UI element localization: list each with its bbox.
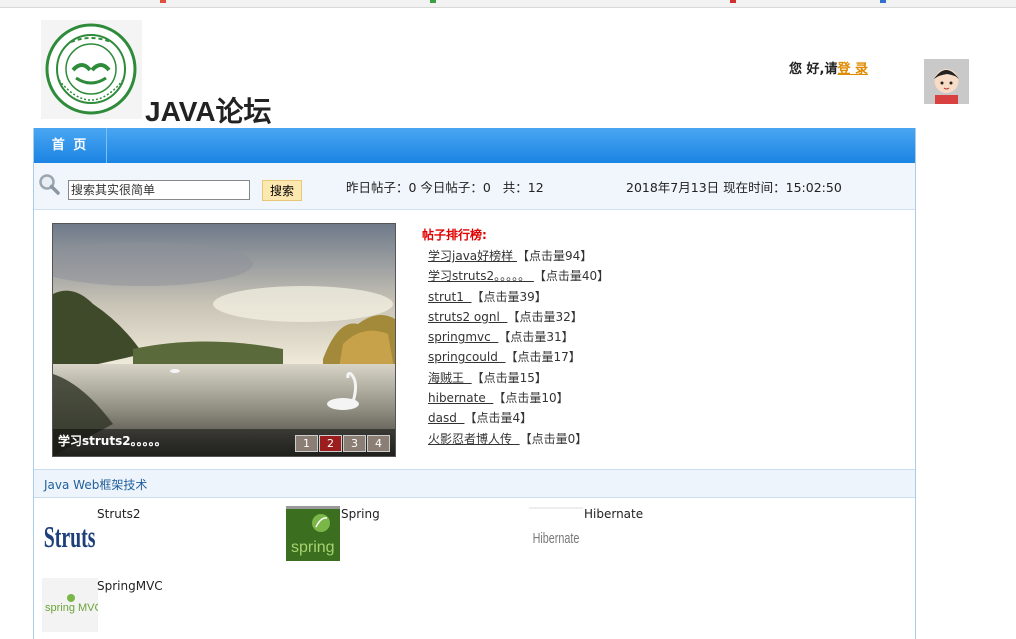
toolbar-icon-fragment: [880, 0, 886, 3]
section-title: Java Web框架技术: [44, 478, 148, 492]
springmvc-logo-text: spring MVC: [45, 602, 98, 614]
toolbar-icon-fragment: [430, 0, 436, 3]
ranking-link[interactable]: 海贼王: [428, 371, 472, 385]
nav-home[interactable]: 首 页: [34, 128, 107, 163]
search-icon: [38, 173, 60, 198]
click-count: 【点击量10】: [493, 391, 569, 406]
springmvc-logo[interactable]: spring MVC: [42, 578, 103, 635]
click-count: 【点击量32】: [507, 309, 583, 324]
ranking-item: 学习java好榜样 【点击量94】: [422, 247, 609, 267]
ranking-link[interactable]: strut1: [428, 290, 471, 304]
image-slider[interactable]: 学习struts2。。。。。 1 2 3 4: [52, 223, 396, 457]
slide-page-1[interactable]: 1: [295, 435, 318, 452]
tech-label-spring[interactable]: Spring: [341, 507, 380, 521]
search-bar: 搜索 昨日帖子：0 今日帖子：0 共：12 2018年7月13日 现在时间：15…: [34, 163, 915, 210]
ranking-link[interactable]: dasd: [428, 411, 464, 425]
ranking-item: hibernate 【点击量10】: [422, 389, 609, 409]
hibernate-logo-text: Hibernate: [533, 529, 580, 546]
click-count: 【点击量15】: [471, 370, 547, 385]
ranking-link[interactable]: 学习struts2。。。。。: [428, 269, 534, 283]
greeting-text: 您 好,请: [789, 62, 838, 77]
user-avatar[interactable]: [924, 59, 969, 104]
click-count: 【点击量40】: [533, 269, 610, 284]
ranking-item: springmvc 【点击量31】: [422, 328, 609, 348]
ranking-link[interactable]: springcould: [428, 350, 505, 364]
ranking-link[interactable]: 火影忍者博人传: [428, 432, 520, 446]
tech-label-struts2[interactable]: Struts2: [97, 507, 140, 521]
search-button[interactable]: 搜索: [262, 180, 302, 201]
struts-logo[interactable]: Struts: [42, 508, 96, 561]
ranking-item: dasd 【点击量4】: [422, 409, 609, 429]
ranking-item: 火影忍者博人传 【点击量0】: [422, 430, 609, 450]
hibernate-logo[interactable]: Hibernate: [529, 507, 583, 554]
ranking-item: springcould 【点击量17】: [422, 348, 609, 368]
post-stats: 昨日帖子：0 今日帖子：0 共：12: [346, 180, 544, 195]
university-logo: [41, 20, 142, 119]
ranking-item: 海贼王 【点击量15】: [422, 369, 609, 389]
login-link[interactable]: 登 录: [837, 62, 868, 77]
toolbar-icon-fragment: [730, 0, 736, 3]
slide-page-4[interactable]: 4: [367, 435, 390, 452]
ranking-link[interactable]: struts2 ognl: [428, 310, 507, 324]
site-title: JAVA论坛: [145, 96, 272, 127]
ranking-item: 学习struts2。。。。。 【点击量40】: [422, 267, 609, 287]
click-count: 【点击量17】: [505, 350, 581, 365]
section-header: Java Web框架技术: [34, 469, 915, 498]
tech-label-springmvc[interactable]: SpringMVC: [97, 579, 163, 593]
ranking-item: struts2 ognl 【点击量32】: [422, 308, 609, 328]
ranking-item: strut1 【点击量39】: [422, 288, 609, 308]
login-greeting: 您 好,请登 录: [789, 58, 868, 77]
spring-logo[interactable]: spring: [286, 506, 340, 564]
search-input[interactable]: [68, 180, 250, 200]
struts-logo-text: Struts: [44, 520, 96, 554]
slide-image: [53, 224, 395, 456]
ranking-title: 帖子排行榜:: [422, 228, 487, 242]
slide-page-2[interactable]: 2: [319, 435, 342, 452]
click-count: 【点击量94】: [516, 249, 593, 263]
browser-toolbar-edge: [0, 0, 1016, 8]
click-count: 【点击量0】: [519, 431, 588, 446]
ranking-link[interactable]: springmvc: [428, 330, 498, 344]
ranking-link[interactable]: 学习java好榜样: [428, 249, 517, 263]
current-datetime: 2018年7月13日 现在时间：15:02:50: [626, 180, 842, 195]
click-count: 【点击量39】: [471, 289, 547, 304]
toolbar-icon-fragment: [160, 0, 166, 3]
nav-bar: 首 页: [34, 128, 915, 163]
spring-logo-text: spring: [291, 539, 335, 556]
main-content: 首 页 搜索 昨日帖子：0 今日帖子：0 共：12 2018年7月13日 现在时…: [33, 128, 916, 639]
tech-label-hibernate[interactable]: Hibernate: [584, 507, 643, 521]
click-count: 【点击量4】: [464, 411, 533, 426]
click-count: 【点击量31】: [498, 330, 574, 345]
slide-page-3[interactable]: 3: [343, 435, 366, 452]
slide-caption: 学习struts2。。。。。: [58, 434, 167, 448]
ranking-link[interactable]: hibernate: [428, 391, 493, 405]
slide-pagination: 1 2 3 4: [295, 435, 390, 452]
post-ranking: 帖子排行榜: 学习java好榜样 【点击量94】 学习struts2。。。。。 …: [422, 226, 609, 450]
